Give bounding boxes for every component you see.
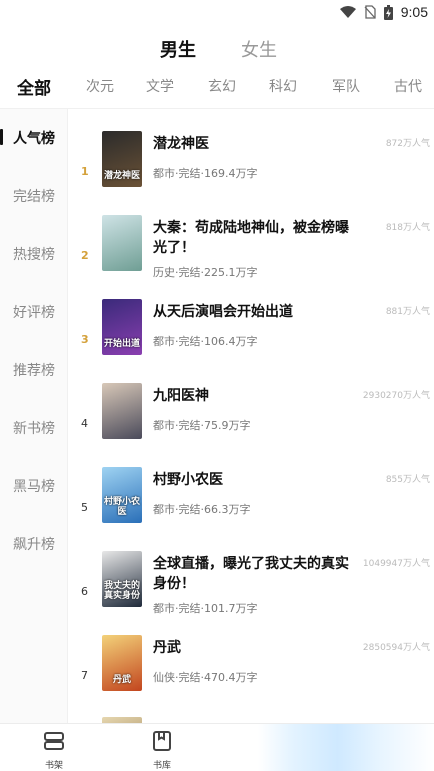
rank-menu-item-finished[interactable]: 完结榜 bbox=[0, 180, 68, 210]
rank-menu-label: 飙升榜 bbox=[13, 537, 55, 553]
book-meta: 仙侠·完结·470.4万字 bbox=[153, 671, 258, 684]
book-title: 从天后演唱会开始出道 bbox=[153, 304, 293, 320]
book-item[interactable]: 1 潜龙神医 潜龙神医 都市·完结·169.4万字 872万人气 bbox=[69, 131, 434, 215]
bottom-nav: 书架 书库 bbox=[0, 723, 434, 771]
book-cover: 潜龙神医 bbox=[102, 131, 142, 187]
book-cover bbox=[102, 383, 142, 439]
rank-menu: 人气榜 完结榜 热搜榜 好评榜 推荐榜 新书榜 黑马榜 飙升榜 bbox=[0, 109, 68, 723]
rank-number: 1 bbox=[81, 165, 89, 178]
no-sim-icon bbox=[364, 5, 376, 19]
category-tab-kehuan[interactable]: 科幻 bbox=[269, 76, 297, 96]
nav-item-library[interactable]: 书库 bbox=[132, 730, 192, 771]
rank-menu-item-dark-horse[interactable]: 黑马榜 bbox=[0, 470, 68, 500]
book-item[interactable]: 4 九阳医神 都市·完结·75.9万字 2930270万人气 bbox=[69, 383, 434, 467]
tab-male[interactable]: 男生 bbox=[160, 36, 196, 62]
book-title: 丹武 bbox=[153, 640, 181, 656]
rank-number: 6 bbox=[81, 585, 88, 598]
rank-menu-label: 热搜榜 bbox=[13, 247, 55, 263]
rank-menu-label: 黑马榜 bbox=[13, 479, 55, 495]
book-meta: 都市·完结·169.4万字 bbox=[153, 167, 258, 180]
nav-item-bookshelf[interactable]: 书架 bbox=[24, 730, 84, 771]
category-tab-wenxue[interactable]: 文学 bbox=[146, 76, 174, 96]
active-indicator bbox=[0, 129, 3, 145]
book-title: 潜龙神医 bbox=[153, 136, 209, 152]
book-cover: 开始出道 bbox=[102, 299, 142, 355]
cover-title-art: 开始出道 bbox=[104, 339, 141, 349]
popularity: 872万人气 bbox=[385, 139, 430, 149]
popularity: 2850594万人气 bbox=[362, 643, 430, 653]
rank-menu-label: 人气榜 bbox=[13, 131, 55, 147]
book-item[interactable]: 7 丹武 丹武 仙侠·完结·470.4万字 2850594万人气 bbox=[69, 635, 434, 719]
book-item[interactable]: 3 开始出道 从天后演唱会开始出道 都市·完结·106.4万字 881万人气 bbox=[69, 299, 434, 383]
book-meta: 都市·完结·75.9万字 bbox=[153, 419, 251, 432]
cover-title-art: 村野小农医 bbox=[104, 497, 141, 517]
wifi-icon bbox=[339, 6, 356, 18]
battery-charging-icon bbox=[383, 4, 393, 20]
book-item[interactable]: 6 我丈夫的真实身份 全球直播，曝光了我丈夫的真实身份！ 都市·完结·101.7… bbox=[69, 551, 434, 635]
tab-female[interactable]: 女生 bbox=[241, 36, 277, 62]
rank-menu-item-good-reviews[interactable]: 好评榜 bbox=[0, 296, 68, 326]
rank-menu-item-recommended[interactable]: 推荐榜 bbox=[0, 354, 68, 384]
rank-number: 3 bbox=[81, 333, 89, 346]
book-title: 全球直播，曝光了我丈夫的真实身份！ bbox=[153, 556, 349, 592]
book-list: 1 潜龙神医 潜龙神医 都市·完结·169.4万字 872万人气 2 大秦：苟成… bbox=[69, 109, 434, 723]
book-library-icon bbox=[153, 731, 171, 751]
rank-menu-item-new-books[interactable]: 新书榜 bbox=[0, 412, 68, 442]
book-title: 大秦：苟成陆地神仙，被金榜曝光了！ bbox=[153, 220, 349, 256]
popularity: 2930270万人气 bbox=[362, 391, 430, 401]
book-cover: 村野小农医 bbox=[102, 467, 142, 523]
category-tab-gudai[interactable]: 古代 bbox=[394, 76, 422, 96]
rank-menu-item-rising[interactable]: 飙升榜 bbox=[0, 528, 68, 558]
popularity: 1049947万人气 bbox=[362, 559, 430, 569]
cover-title-art: 我丈夫的真实身份 bbox=[104, 581, 141, 601]
nav-label: 书库 bbox=[152, 761, 171, 771]
rank-menu-item-hot-search[interactable]: 热搜榜 bbox=[0, 238, 68, 268]
book-title: 九阳医神 bbox=[153, 388, 209, 404]
gender-tabs: 男生 女生 bbox=[0, 36, 434, 62]
status-time: 9:05 bbox=[400, 4, 428, 20]
book-title: 村野小农医 bbox=[153, 472, 223, 488]
rank-menu-item-popular[interactable]: 人气榜 bbox=[0, 122, 68, 152]
cover-title-art: 潜龙神医 bbox=[104, 171, 141, 181]
popularity: 855万人气 bbox=[385, 475, 430, 485]
book-item[interactable]: 5 村野小农医 村野小农医 都市·完结·66.3万字 855万人气 bbox=[69, 467, 434, 551]
status-bar: 9:05 bbox=[0, 0, 434, 26]
popularity: 881万人气 bbox=[385, 307, 430, 317]
cover-title-art: 丹武 bbox=[112, 675, 131, 685]
book-meta: 历史·完结·225.1万字 bbox=[153, 266, 258, 279]
category-tab-jundui[interactable]: 军队 bbox=[332, 76, 360, 96]
book-meta: 都市·完结·106.4万字 bbox=[153, 335, 258, 348]
book-item[interactable]: 2 大秦：苟成陆地神仙，被金榜曝光了！ 历史·完结·225.1万字 818万人气 bbox=[69, 215, 434, 299]
rank-menu-label: 新书榜 bbox=[13, 421, 55, 437]
book-meta: 都市·完结·66.3万字 bbox=[153, 503, 251, 516]
book-cover: 我丈夫的真实身份 bbox=[102, 551, 142, 607]
rank-menu-label: 完结榜 bbox=[13, 189, 55, 205]
rank-number: 4 bbox=[81, 417, 88, 430]
rank-number: 5 bbox=[81, 501, 88, 514]
book-cover bbox=[102, 215, 142, 271]
rank-number: 7 bbox=[81, 669, 88, 682]
book-cover: 丹武 bbox=[102, 635, 142, 691]
rank-number: 2 bbox=[81, 249, 89, 262]
popularity: 818万人气 bbox=[385, 223, 430, 233]
nav-highlight-glow bbox=[258, 724, 434, 771]
nav-label: 书架 bbox=[44, 761, 63, 771]
bookshelf-icon bbox=[44, 732, 64, 750]
rank-menu-label: 推荐榜 bbox=[13, 363, 55, 379]
category-tab-ciyuan[interactable]: 次元 bbox=[86, 76, 114, 96]
book-meta: 都市·完结·101.7万字 bbox=[153, 602, 258, 615]
category-tabs: 全部 次元 文学 玄幻 科幻 军队 古代 bbox=[0, 74, 434, 100]
rank-menu-label: 好评榜 bbox=[13, 305, 55, 321]
category-tab-xuanhuan[interactable]: 玄幻 bbox=[208, 76, 236, 96]
category-tab-all[interactable]: 全部 bbox=[17, 74, 51, 99]
